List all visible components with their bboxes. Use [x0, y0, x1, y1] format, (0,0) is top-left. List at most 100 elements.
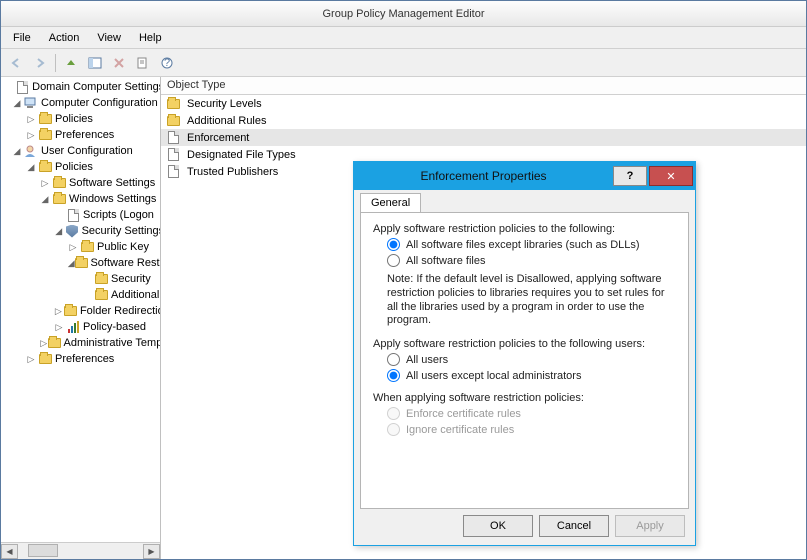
scroll-thumb[interactable] [28, 544, 58, 557]
radio-all-users-except-admins[interactable]: All users except local administrators [387, 369, 676, 382]
section-heading: Apply software restriction policies to t… [373, 338, 676, 350]
section-cert-rules: When applying software restriction polic… [373, 392, 676, 436]
tree-computer-config[interactable]: Computer Configuration [41, 97, 158, 109]
folder-icon [165, 114, 181, 128]
radio-all-users[interactable]: All users [387, 353, 676, 366]
folder-icon [51, 192, 67, 206]
list-item-label: Designated File Types [187, 149, 296, 161]
tree-user-config[interactable]: User Configuration [41, 145, 133, 157]
radio-ignore-cert-rules: Ignore certificate rules [387, 423, 676, 436]
menubar: File Action View Help [1, 27, 806, 49]
user-icon [23, 144, 39, 158]
shield-icon [64, 224, 79, 238]
radio-label: All software files [406, 255, 485, 267]
menu-action[interactable]: Action [41, 30, 88, 46]
tree-user-policies[interactable]: Policies [55, 161, 93, 173]
twisty-icon[interactable]: ◢ [67, 258, 75, 269]
tree-comp-policies[interactable]: Policies [55, 113, 93, 125]
menu-view[interactable]: View [89, 30, 129, 46]
twisty-icon[interactable]: ▷ [53, 306, 64, 317]
list-item[interactable]: Security Levels [161, 95, 806, 112]
tree-software-restriction[interactable]: Software Restriction [90, 257, 160, 269]
radio-label: All software files except libraries (suc… [406, 239, 640, 251]
list-item[interactable]: Enforcement [161, 129, 806, 146]
twisty-icon[interactable]: ▷ [53, 322, 65, 333]
twisty-icon[interactable]: ▷ [25, 354, 37, 365]
twisty-icon[interactable]: ▷ [25, 114, 37, 125]
enforcement-properties-dialog: Enforcement Properties ? ✕ General Apply… [353, 161, 696, 546]
radio-all-except-libraries[interactable]: All software files except libraries (suc… [387, 238, 676, 251]
ok-button[interactable]: OK [463, 515, 533, 537]
radio-input[interactable] [387, 238, 400, 251]
properties-button[interactable] [132, 52, 154, 74]
tree-scripts[interactable]: Scripts (Logon [83, 209, 154, 221]
doc-icon [165, 131, 181, 145]
list-item-label: Trusted Publishers [187, 166, 278, 178]
twisty-icon[interactable]: ◢ [39, 194, 51, 205]
dialog-close-button[interactable]: ✕ [649, 166, 693, 186]
scroll-right-button[interactable]: ▶ [143, 544, 160, 559]
radio-input[interactable] [387, 254, 400, 267]
radio-input [387, 423, 400, 436]
tree-root[interactable]: Domain Computer Settings [32, 81, 160, 93]
twisty-icon[interactable]: ▷ [25, 130, 37, 141]
tab-general[interactable]: General [360, 193, 421, 213]
toolbar-separator [55, 54, 56, 72]
dialog-title: Enforcement Properties [354, 169, 613, 183]
radio-enforce-cert-rules: Enforce certificate rules [387, 407, 676, 420]
tree-srp-security[interactable]: Security [111, 273, 151, 285]
folder-icon [51, 176, 67, 190]
up-button[interactable] [60, 52, 82, 74]
computer-icon [23, 96, 39, 110]
help-button[interactable]: ? [156, 52, 178, 74]
tree-comp-prefs[interactable]: Preferences [55, 129, 114, 141]
tree-user-prefs[interactable]: Preferences [55, 353, 114, 365]
tree-admin-templates[interactable]: Administrative Templates [63, 337, 160, 349]
twisty-icon[interactable]: ◢ [11, 98, 23, 109]
tree-folder-redirect[interactable]: Folder Redirection [80, 305, 160, 317]
menu-help[interactable]: Help [131, 30, 170, 46]
tree-software-settings[interactable]: Software Settings [69, 177, 155, 189]
twisty-icon[interactable]: ◢ [53, 226, 64, 237]
dialog-titlebar[interactable]: Enforcement Properties ? ✕ [354, 162, 695, 190]
delete-button[interactable] [108, 52, 130, 74]
radio-label: All users [406, 354, 448, 366]
twisty-icon[interactable]: ▷ [39, 338, 48, 349]
nav-tree[interactable]: Domain Computer Settings ◢ Computer Confi… [1, 77, 160, 542]
doc-icon [165, 165, 181, 179]
radio-label: Enforce certificate rules [406, 408, 521, 420]
tree-pane: Domain Computer Settings ◢ Computer Confi… [1, 77, 161, 559]
tree-hscrollbar[interactable]: ◀ ▶ [1, 542, 160, 559]
radio-label: All users except local administrators [406, 370, 581, 382]
radio-input[interactable] [387, 353, 400, 366]
section-apply-users: Apply software restriction policies to t… [373, 338, 676, 382]
twisty-icon[interactable]: ◢ [11, 146, 23, 157]
dialog-body: General Apply software restriction polic… [354, 190, 695, 545]
show-hide-tree-button[interactable] [84, 52, 106, 74]
twisty-icon[interactable]: ▷ [39, 178, 51, 189]
tree-security-settings[interactable]: Security Settings [82, 225, 160, 237]
titlebar: Group Policy Management Editor [1, 1, 806, 27]
scroll-left-button[interactable]: ◀ [1, 544, 18, 559]
radio-input[interactable] [387, 369, 400, 382]
twisty-icon[interactable]: ▷ [67, 242, 79, 253]
radio-all-software-files[interactable]: All software files [387, 254, 676, 267]
scroll-track[interactable] [18, 544, 143, 559]
forward-button[interactable] [29, 52, 51, 74]
back-button[interactable] [5, 52, 27, 74]
list-column-header[interactable]: Object Type [161, 77, 806, 95]
tree-public-key[interactable]: Public Key [97, 241, 149, 253]
dialog-help-button[interactable]: ? [613, 166, 647, 186]
section-apply-files: Apply software restriction policies to t… [373, 223, 676, 328]
list-item[interactable]: Additional Rules [161, 112, 806, 129]
tree-srp-additional[interactable]: Additional [111, 289, 159, 301]
doc-icon [65, 208, 81, 222]
section-note: Note: If the default level is Disallowed… [387, 273, 676, 328]
cancel-button[interactable]: Cancel [539, 515, 609, 537]
menu-file[interactable]: File [5, 30, 39, 46]
tree-windows-settings[interactable]: Windows Settings [69, 193, 156, 205]
tree-policy-based[interactable]: Policy-based [83, 321, 146, 333]
twisty-icon[interactable]: ◢ [25, 162, 37, 173]
dialog-button-row: OK Cancel Apply [463, 515, 685, 537]
list-item-label: Security Levels [187, 98, 262, 110]
